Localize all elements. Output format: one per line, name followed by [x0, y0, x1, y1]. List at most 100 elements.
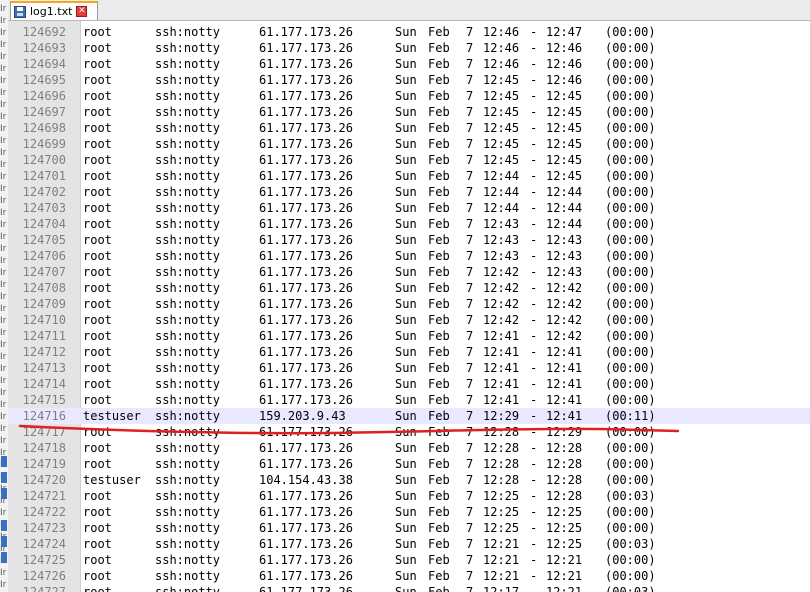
field-dash: - — [530, 169, 538, 183]
field-day: Sun — [395, 89, 417, 103]
field-day: Sun — [395, 265, 417, 279]
field-dash: - — [530, 41, 538, 55]
field-tty: ssh:notty — [155, 457, 221, 471]
field-dur: (00:00) — [605, 249, 656, 263]
log-line[interactable]: 124719 root ssh:notty 61.177.173.26 Sun Feb 7 1… — [8, 456, 810, 472]
field-ip: 61.177.173.26 — [259, 329, 353, 343]
field-tty: ssh:notty — [155, 185, 221, 199]
log-line[interactable]: 124720 testuser ssh:notty 104.154.43.38 Sun F… — [8, 472, 810, 488]
field-day: Sun — [395, 457, 417, 471]
log-line[interactable]: 124721 root ssh:notty 61.177.173.26 Sun Feb 7 1… — [8, 488, 810, 504]
log-line[interactable]: 124693 root ssh:notty 61.177.173.26 Sun Feb 7 1… — [8, 40, 810, 56]
field-end: 12:41 — [546, 345, 583, 359]
log-line[interactable]: 124702 root ssh:notty 61.177.173.26 Sun Feb 7 1… — [8, 184, 810, 200]
field-start: 12:28 — [483, 441, 520, 455]
log-line[interactable]: 124703 root ssh:notty 61.177.173.26 Sun Feb 7 1… — [8, 200, 810, 216]
field-ip: 61.177.173.26 — [259, 361, 353, 375]
log-line[interactable]: 124723 root ssh:notty 61.177.173.26 Sun Feb 7 1… — [8, 520, 810, 536]
current-line[interactable]: 124716 testuser ssh:notty 159.203.9.43 Sun Fe… — [8, 408, 810, 424]
field-dash: - — [530, 393, 538, 407]
log-line[interactable]: 124701 root ssh:notty 61.177.173.26 Sun Feb 7 1… — [8, 168, 810, 184]
log-line[interactable]: 124704 root ssh:notty 61.177.173.26 Sun Feb 7 1… — [8, 216, 810, 232]
adjacent-window-mark: Ir — [0, 340, 7, 350]
field-user: root — [83, 217, 112, 231]
log-line[interactable]: 124695 root ssh:notty 61.177.173.26 Sun Feb 7 1… — [8, 72, 810, 88]
adjacent-window-mark: Ir — [0, 4, 7, 14]
field-day: Sun — [395, 217, 417, 231]
field-dur: (00:00) — [605, 137, 656, 151]
text-editor[interactable]: 124692 root ssh:notty 61.177.173.26 Sun Feb 7 1… — [8, 21, 810, 592]
log-line[interactable]: 124713 root ssh:notty 61.177.173.26 Sun Feb 7 1… — [8, 360, 810, 376]
field-end: 12:44 — [546, 201, 583, 215]
adjacent-window-mark: Ir — [0, 88, 7, 98]
field-start: 12:44 — [483, 201, 520, 215]
log-line[interactable]: 124718 root ssh:notty 61.177.173.26 Sun Feb 7 1… — [8, 440, 810, 456]
log-line[interactable]: 124725 root ssh:notty 61.177.173.26 Sun Feb 7 1… — [8, 552, 810, 568]
log-line[interactable]: 124707 root ssh:notty 61.177.173.26 Sun Feb 7 1… — [8, 264, 810, 280]
log-line[interactable]: 124727 root ssh:notty 61.177.173.26 Sun Feb 7 1… — [8, 584, 810, 592]
line-number: 124724 — [22, 537, 66, 551]
field-tty: ssh:notty — [155, 553, 221, 567]
log-line[interactable]: 124698 root ssh:notty 61.177.173.26 Sun Feb 7 1… — [8, 120, 810, 136]
field-end: 12:42 — [546, 313, 583, 327]
line-number: 124695 — [22, 73, 66, 87]
field-start: 12:21 — [483, 537, 520, 551]
close-icon[interactable]: ✕ — [76, 6, 88, 17]
adjacent-window-mark: Ir — [0, 148, 7, 158]
field-mon: Feb — [428, 73, 450, 87]
log-line[interactable]: 124726 root ssh:notty 61.177.173.26 Sun Feb 7 1… — [8, 568, 810, 584]
field-date: 7 — [466, 233, 474, 247]
field-date: 7 — [466, 265, 474, 279]
field-user: root — [83, 489, 112, 503]
field-day: Sun — [395, 393, 417, 407]
field-tty: ssh:notty — [155, 361, 221, 375]
log-line[interactable]: 124694 root ssh:notty 61.177.173.26 Sun Feb 7 1… — [8, 56, 810, 72]
field-user: root — [83, 137, 112, 151]
field-dash: - — [530, 105, 538, 119]
log-line[interactable]: 124705 root ssh:notty 61.177.173.26 Sun Feb 7 1… — [8, 232, 810, 248]
field-start: 12:45 — [483, 137, 520, 151]
line-number: 124721 — [22, 489, 66, 503]
log-line[interactable]: 124708 root ssh:notty 61.177.173.26 Sun Feb 7 1… — [8, 280, 810, 296]
field-day: Sun — [395, 297, 417, 311]
field-user: root — [83, 169, 112, 183]
log-line[interactable]: 124711 root ssh:notty 61.177.173.26 Sun Feb 7 1… — [8, 328, 810, 344]
log-line[interactable]: 124717 root ssh:notty 61.177.173.26 Sun Feb 7 1… — [8, 424, 810, 440]
field-start: 12:41 — [483, 345, 520, 359]
field-tty: ssh:notty — [155, 329, 221, 343]
field-user: root — [83, 329, 112, 343]
field-mon: Feb — [428, 409, 450, 423]
adjacent-window-mark: Ir — [0, 304, 7, 314]
field-dash: - — [530, 281, 538, 295]
log-line[interactable]: 124700 root ssh:notty 61.177.173.26 Sun Feb 7 1… — [8, 152, 810, 168]
log-line[interactable]: 124724 root ssh:notty 61.177.173.26 Sun Feb 7 1… — [8, 536, 810, 552]
log-line[interactable]: 124696 root ssh:notty 61.177.173.26 Sun Feb 7 1… — [8, 88, 810, 104]
log-line[interactable]: 124715 root ssh:notty 61.177.173.26 Sun Feb 7 1… — [8, 392, 810, 408]
field-end: 12:21 — [546, 585, 583, 592]
log-line[interactable]: 124710 root ssh:notty 61.177.173.26 Sun Feb 7 1… — [8, 312, 810, 328]
adjacent-window-mark: Ir — [0, 580, 7, 590]
field-dur: (00:00) — [605, 233, 656, 247]
field-user: root — [83, 377, 112, 391]
adjacent-window-mark: Ir — [0, 244, 7, 254]
log-line[interactable]: 124697 root ssh:notty 61.177.173.26 Sun Feb 7 1… — [8, 104, 810, 120]
log-line[interactable]: 124722 root ssh:notty 61.177.173.26 Sun Feb 7 1… — [8, 504, 810, 520]
log-line[interactable]: 124692 root ssh:notty 61.177.173.26 Sun Feb 7 1… — [8, 24, 810, 40]
field-user: root — [83, 265, 112, 279]
log-line[interactable]: 124712 root ssh:notty 61.177.173.26 Sun Feb 7 1… — [8, 344, 810, 360]
adjacent-window-highlight — [1, 456, 7, 467]
field-start: 12:21 — [483, 569, 520, 583]
field-mon: Feb — [428, 121, 450, 135]
line-number: 124725 — [22, 553, 66, 567]
tab-log1[interactable]: log1.txt ✕ — [10, 1, 98, 20]
field-date: 7 — [466, 73, 474, 87]
log-line[interactable]: 124706 root ssh:notty 61.177.173.26 Sun Feb 7 1… — [8, 248, 810, 264]
field-end: 12:45 — [546, 169, 583, 183]
log-line[interactable]: 124699 root ssh:notty 61.177.173.26 Sun Feb 7 1… — [8, 136, 810, 152]
log-line[interactable]: 124714 root ssh:notty 61.177.173.26 Sun Feb 7 1… — [8, 376, 810, 392]
field-date: 7 — [466, 25, 474, 39]
log-line[interactable]: 124709 root ssh:notty 61.177.173.26 Sun Feb 7 1… — [8, 296, 810, 312]
line-number: 124719 — [22, 457, 66, 471]
field-tty: ssh:notty — [155, 425, 221, 439]
field-dur: (00:00) — [605, 25, 656, 39]
